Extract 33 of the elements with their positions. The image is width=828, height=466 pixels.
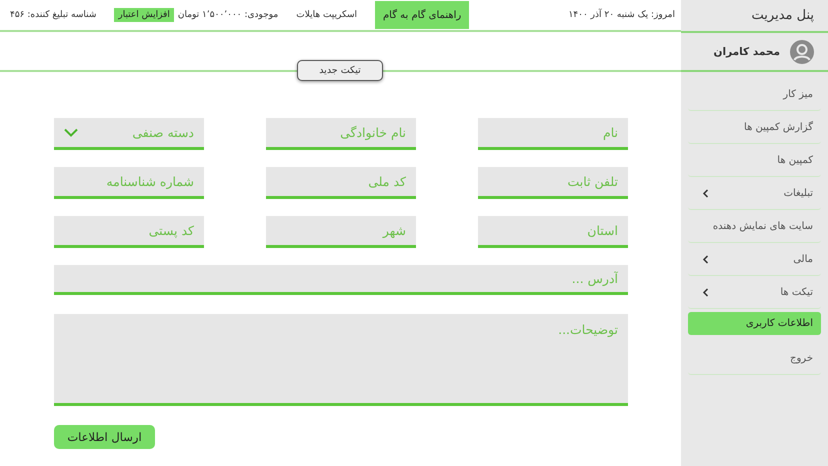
panel-title: پنل مدیریت — [681, 0, 828, 33]
input-field[interactable]: نام — [478, 118, 628, 150]
guide-button[interactable]: راهنمای گام به گام — [374, 1, 470, 29]
new-ticket-button[interactable]: تیکت جدید — [297, 60, 383, 81]
input-field[interactable]: نام خانوادگی — [266, 118, 416, 150]
script-link[interactable]: اسکریپت هایلات — [296, 10, 357, 20]
menu-item[interactable]: گزارش کمپین ها — [688, 111, 821, 144]
input-field[interactable]: کد پستی — [54, 216, 204, 248]
chevron-icon — [702, 188, 710, 198]
input-field[interactable]: شماره شناسنامه — [54, 167, 204, 199]
submit-button[interactable]: ارسال اطلاعات — [54, 425, 155, 449]
chevron-icon — [702, 288, 710, 296]
menu-item[interactable]: اطلاعات کاربری — [688, 312, 821, 335]
menu-item[interactable]: کمپین ها — [688, 144, 821, 177]
input-field[interactable]: تلفن ثابت — [478, 167, 628, 199]
menu-item[interactable]: خروج — [688, 342, 821, 375]
menu-item[interactable]: سایت های نمایش دهنده — [688, 210, 821, 243]
menu-item[interactable]: مالی — [688, 243, 821, 276]
advertiser-id: شناسه تبلیغ کننده: ۴۵۶ — [10, 10, 96, 20]
menu-item[interactable]: میز کار — [688, 78, 821, 111]
input-field[interactable]: شهر — [266, 216, 416, 248]
credit-button[interactable]: افزایش اعتبار — [114, 8, 174, 22]
avatar-icon — [790, 40, 814, 64]
chevron-down-icon — [64, 128, 78, 137]
menu-item[interactable]: تیکت ها — [688, 276, 821, 309]
input-field[interactable]: استان — [478, 216, 628, 248]
chevron-icon — [702, 254, 710, 264]
balance-text: موجودی: ۱٬۵۰۰٬۰۰۰ تومان — [178, 10, 278, 20]
menu-item[interactable]: تبلیغات — [688, 177, 821, 210]
description-field[interactable]: توضیحات... — [54, 314, 628, 406]
date-text: امروز: یک شنبه ۲۰ آذر ۱۴۰۰ — [568, 10, 675, 20]
user-name: محمد کامران — [714, 46, 780, 58]
input-field[interactable]: کد ملی — [266, 167, 416, 199]
